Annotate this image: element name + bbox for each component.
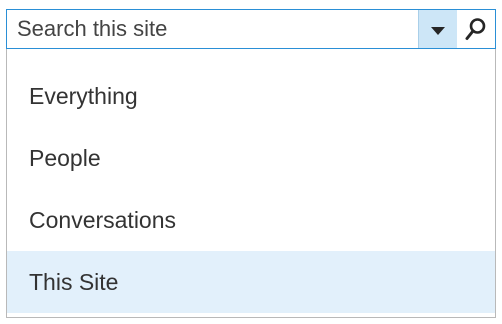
- search-input[interactable]: [7, 10, 418, 48]
- menu-item-label: People: [29, 144, 101, 171]
- menu-item-this-site[interactable]: This Site: [7, 251, 495, 313]
- chevron-down-icon: [431, 26, 445, 35]
- menu-item-label: Conversations: [29, 206, 177, 233]
- menu-item-label: Everything: [29, 82, 138, 109]
- search-scope-menu: Everything People Conversations This Sit…: [6, 49, 496, 318]
- menu-item-conversations[interactable]: Conversations: [7, 189, 495, 251]
- search-scope-dropdown-button[interactable]: [418, 10, 457, 48]
- search-box: [6, 9, 496, 49]
- menu-item-label: This Site: [29, 268, 119, 295]
- search-button[interactable]: [457, 10, 495, 48]
- magnifier-icon: [465, 18, 486, 40]
- menu-item-people[interactable]: People: [7, 127, 495, 189]
- menu-item-everything[interactable]: Everything: [7, 65, 495, 127]
